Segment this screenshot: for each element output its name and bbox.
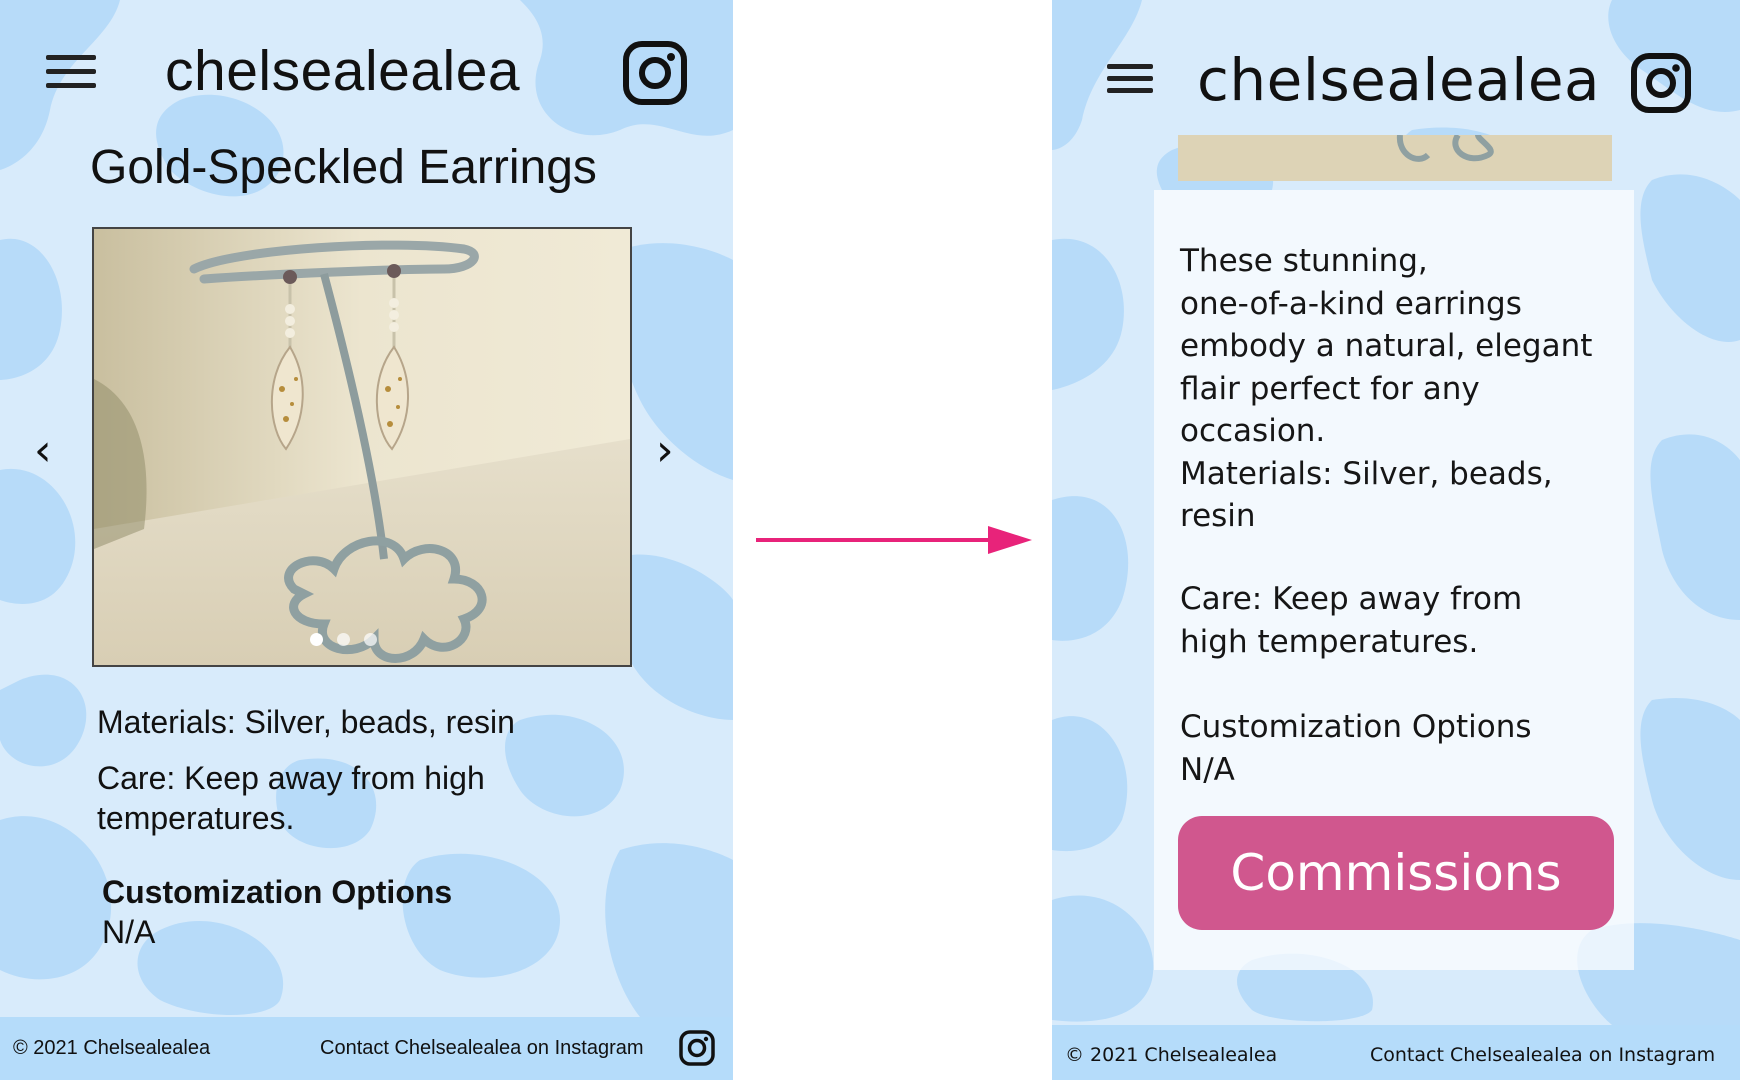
carousel-dot[interactable] [364, 633, 377, 646]
care-text: Care: Keep away from high temperatures. [97, 760, 485, 836]
earrings-photo [94, 229, 630, 665]
product-image-partial [1178, 135, 1612, 181]
materials-text: Materials: Silver, beads, resin [97, 704, 515, 740]
footer: © 2021 Chelsealealea Contact Chelsealeal… [1052, 1025, 1740, 1080]
customization-value: N/A [102, 914, 156, 950]
hamburger-menu-icon[interactable] [1107, 64, 1153, 96]
copyright-text: © 2021 Chelsealealea [13, 1037, 211, 1059]
customization-heading: Customization Options [1180, 709, 1532, 745]
site-brand[interactable]: chelsealealea [1197, 46, 1600, 114]
transition-arrow-icon [756, 526, 1032, 554]
site-brand[interactable]: chelsealealea [165, 38, 520, 104]
hamburger-menu-icon[interactable] [46, 55, 96, 91]
care-line: Care: Keep away from [1180, 581, 1523, 617]
copyright-text: © 2021 Chelsealealea [1065, 1044, 1278, 1066]
carousel-next-button[interactable]: › [656, 425, 674, 476]
carousel-prev-button[interactable]: ‹ [34, 425, 52, 476]
description-line: resin [1180, 498, 1256, 534]
instagram-icon[interactable] [1630, 52, 1692, 114]
footer: © 2021 Chelsealealea Contact Chelsealeal… [0, 1017, 733, 1080]
instagram-contact-link[interactable]: Contact Chelsealealea on Instagram [1370, 1044, 1715, 1066]
product-description: These stunning, one-of-a-kind earrings e… [1180, 240, 1620, 538]
description-line: one-of-a-kind earrings [1180, 285, 1522, 322]
after-screen: chelsealealea These stunning, one-of-a-k… [1052, 0, 1740, 1080]
description-line: These stunning, [1180, 243, 1428, 279]
description-line: Materials: Silver, beads, [1180, 455, 1553, 492]
instagram-icon[interactable] [622, 40, 688, 106]
customization-value: N/A [1180, 751, 1235, 788]
care-text: Care: Keep away from high temperatures. [1180, 578, 1620, 663]
product-title: Gold-Speckled Earrings [90, 141, 597, 194]
customization-section: Customization Options N/A [1180, 706, 1620, 791]
description-line: embody a natural, elegant [1180, 328, 1593, 364]
customization-heading: Customization Options [102, 874, 453, 910]
carousel-dot[interactable] [310, 633, 323, 646]
carousel-dot[interactable] [337, 633, 350, 646]
earrings-photo-cropped [1178, 135, 1612, 181]
instagram-contact-link[interactable]: Contact Chelsealealea on Instagram [320, 1037, 644, 1060]
before-screen: chelsealealea Gold-Speckled Earrings ‹ ›… [0, 0, 733, 1080]
care-line: high temperatures. [1180, 623, 1479, 660]
product-carousel-image [92, 227, 632, 667]
carousel-indicators[interactable] [310, 633, 377, 646]
description-line: occasion. [1180, 413, 1326, 449]
commissions-button[interactable]: Commissions [1178, 816, 1614, 930]
description-line: flair perfect for any [1180, 370, 1480, 407]
instagram-icon[interactable] [678, 1029, 716, 1067]
